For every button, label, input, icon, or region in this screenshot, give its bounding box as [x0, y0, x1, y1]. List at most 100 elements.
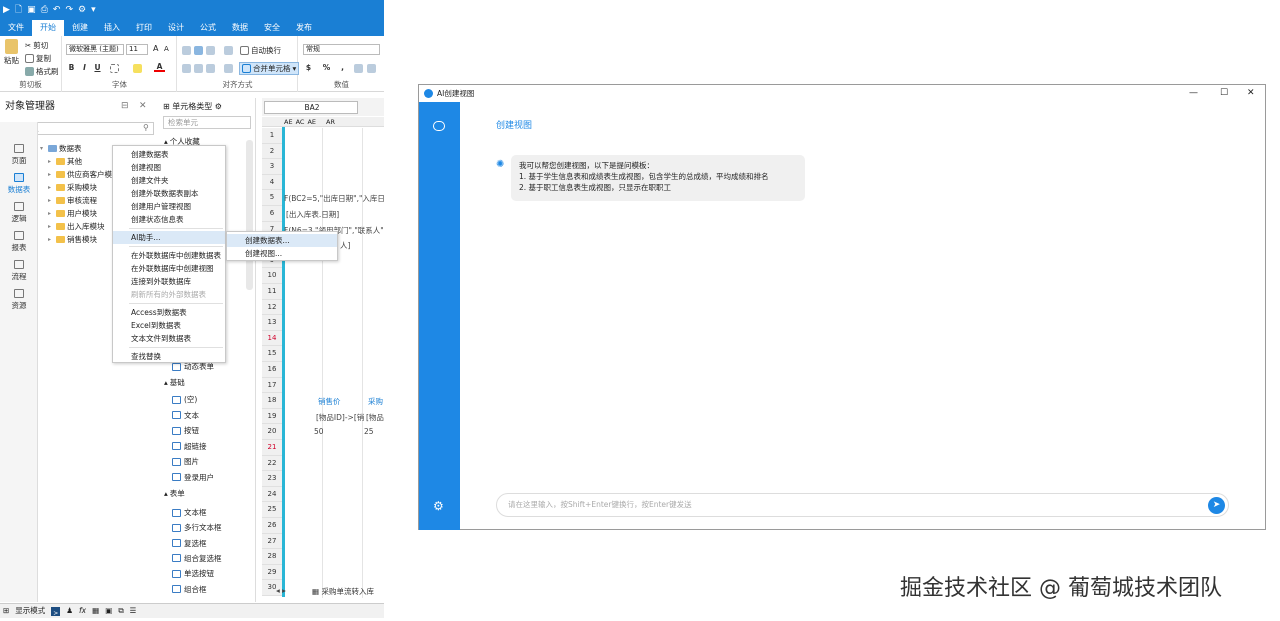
menu-item[interactable]: 创建状态信息表 [113, 213, 225, 226]
panel-scrollbar[interactable] [246, 140, 253, 290]
ribbon-tab[interactable]: 插入 [96, 20, 128, 36]
menu-item[interactable]: 在外联数据库中创建视图 [113, 262, 225, 275]
run-icon[interactable]: ▶ [3, 5, 10, 15]
row-header[interactable]: 2 [262, 143, 282, 160]
align-right-icon[interactable] [206, 64, 215, 73]
ribbon-tab[interactable]: 发布 [288, 20, 320, 36]
paste-button[interactable]: 粘贴 [4, 39, 19, 66]
row-header[interactable]: 19 [262, 408, 282, 425]
shrink-font-icon[interactable]: A [164, 45, 169, 53]
bold-button[interactable]: B [66, 63, 77, 73]
ribbon-tab[interactable]: 数据 [224, 20, 256, 36]
sheet-cell[interactable]: 销售价 [318, 396, 341, 407]
ribbon-tab[interactable]: 文件 [0, 20, 32, 36]
align-middle-icon[interactable] [194, 46, 203, 55]
sheet-nav-arrows[interactable]: ◂ ▸ [276, 586, 286, 595]
cut-button[interactable]: ✂ 剪切 [25, 40, 48, 51]
row-header[interactable]: 4 [262, 174, 282, 191]
italic-button[interactable]: I [79, 63, 90, 73]
menu-item[interactable]: 创建外联数据表副本 [113, 187, 225, 200]
menu-item[interactable]: Access到数据表 [113, 306, 225, 319]
ribbon-tab[interactable]: 开始 [32, 20, 64, 36]
sheet-cell[interactable]: [物品ID]->[销 [316, 412, 364, 423]
row-header[interactable]: 11 [262, 284, 282, 300]
row-header[interactable]: 25 [262, 502, 282, 518]
align-left-icon[interactable] [182, 64, 191, 73]
cell-type-item[interactable]: 按钮 [172, 424, 199, 437]
row-header[interactable]: 15 [262, 346, 282, 362]
cell-type-item[interactable]: 复选框 [172, 537, 207, 550]
nav-item[interactable]: 流程 [0, 260, 38, 282]
row-header[interactable]: 29 [262, 564, 282, 581]
align-bottom-icon[interactable] [206, 46, 215, 55]
menu-item[interactable]: 创建文件夹 [113, 174, 225, 187]
increase-decimal-icon[interactable] [354, 64, 363, 73]
gear-icon[interactable]: ⚙ [212, 102, 222, 111]
close-button[interactable]: ✕ [1247, 85, 1255, 102]
row-header[interactable]: 14 [262, 330, 282, 347]
collapse-icon[interactable]: ⊟ [121, 101, 129, 111]
copy-sheet-icon[interactable]: ⧉ [118, 604, 123, 618]
chat-input[interactable]: 请在这里输入，按Shift+Enter键换行，按Enter键发送 [496, 493, 1229, 517]
row-header[interactable]: 13 [262, 315, 282, 331]
row-header[interactable]: 23 [262, 471, 282, 487]
send-button[interactable]: ➤ [1208, 497, 1225, 514]
formula-icon[interactable]: fx [79, 604, 86, 618]
ribbon-tab[interactable]: 设计 [160, 20, 192, 36]
outdent-icon[interactable] [224, 64, 233, 73]
nav-item[interactable]: 页面 [0, 144, 38, 166]
nav-item[interactable]: 数据表 [0, 173, 38, 195]
format-painter-button[interactable]: 格式刷 [25, 66, 59, 77]
settings-gear-icon[interactable]: ⚙ [433, 499, 444, 513]
cell-search-input[interactable]: 检索单元 [163, 116, 251, 129]
font-color-button[interactable]: A [154, 62, 165, 72]
menu-item[interactable]: 连接到外联数据库 [113, 275, 225, 288]
font-size-select[interactable]: 11 [126, 44, 148, 55]
grow-font-icon[interactable]: A [153, 44, 158, 53]
ribbon-tab[interactable]: 创建 [64, 20, 96, 36]
cell-type-item[interactable]: 单选按钮 [172, 567, 214, 580]
align-center-icon[interactable] [194, 64, 203, 73]
submenu-item[interactable]: 创建数据表... [227, 234, 337, 247]
copy-button[interactable]: 复制 [25, 53, 51, 64]
tree-root[interactable]: ▾ 数据表 [40, 142, 82, 155]
pin-icon[interactable]: ✕ [139, 101, 147, 111]
cell-type-item[interactable]: 登录用户 [172, 471, 214, 484]
align-top-icon[interactable] [182, 46, 191, 55]
terminal-icon[interactable]: > [51, 606, 61, 617]
row-header[interactable]: 28 [262, 549, 282, 565]
list-icon[interactable]: ☰ [130, 604, 137, 618]
comma-button[interactable]: , [337, 63, 348, 73]
submenu-item[interactable]: 创建视图... [227, 247, 337, 260]
row-header[interactable]: 26 [262, 518, 282, 534]
ribbon-tab[interactable]: 打印 [128, 20, 160, 36]
chat-icon[interactable] [433, 121, 445, 131]
undo-icon[interactable]: ↶ [53, 5, 61, 15]
menu-item[interactable]: 文本文件到数据表 [113, 332, 225, 345]
table-icon[interactable]: ▦ [92, 604, 99, 618]
row-header[interactable]: 3 [262, 159, 282, 175]
sheet-cell[interactable]: 50 [314, 427, 324, 436]
menu-item[interactable]: 创建用户管理视图 [113, 200, 225, 213]
settings-icon[interactable]: ⚙ [78, 5, 86, 15]
row-header[interactable]: 22 [262, 455, 282, 472]
menu-item[interactable]: Excel到数据表 [113, 319, 225, 332]
ribbon-tab[interactable]: 安全 [256, 20, 288, 36]
tree-item[interactable]: ▸ 采购模块 [48, 181, 97, 194]
row-header[interactable]: 18 [262, 393, 282, 409]
menu-item-find-replace[interactable]: 查找替换 [113, 350, 225, 363]
border-icon[interactable] [110, 64, 119, 73]
cell-type-item[interactable]: 组合框 [172, 583, 207, 596]
row-header[interactable]: 21 [262, 440, 282, 456]
sheet-cell[interactable]: 25 [364, 427, 374, 436]
cell-type-item[interactable]: 组合复选框 [172, 552, 222, 565]
row-header[interactable]: 5 [262, 190, 282, 206]
form-group[interactable]: ▴ 表单 [164, 487, 185, 500]
dropdown-icon[interactable]: ▾ [91, 5, 96, 15]
sheet-cell[interactable]: F(BC2=5,"出库日期","入库日 [284, 193, 384, 204]
menu-item-ai[interactable]: AI助手... [113, 231, 225, 244]
user-icon[interactable]: ♟ [66, 604, 73, 618]
menu-item[interactable]: 在外联数据库中创建数据表 [113, 249, 225, 262]
indent-icon[interactable] [224, 46, 233, 55]
column-header[interactable]: AC [296, 118, 305, 126]
